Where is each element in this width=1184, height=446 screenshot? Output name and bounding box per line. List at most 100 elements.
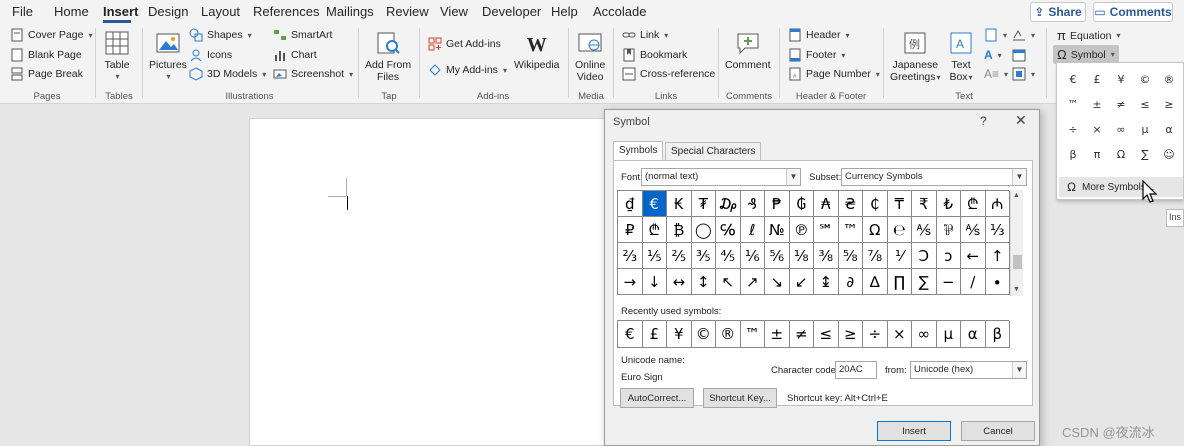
- symbol-cell[interactable]: ⅛: [789, 243, 814, 269]
- symbol-cell[interactable]: ₺: [936, 191, 961, 217]
- japanese-greetings-button[interactable]: 例 Japanese Greetings▾: [890, 30, 941, 84]
- symbol-cell[interactable]: ⅟: [887, 243, 912, 269]
- quick-symbol-cell[interactable]: ∑: [1133, 142, 1157, 167]
- document-page[interactable]: [249, 118, 649, 446]
- symbol-cell[interactable]: Ω: [863, 217, 888, 243]
- footer-button[interactable]: Footer ▾: [788, 48, 845, 62]
- recent-symbol-cell[interactable]: €: [618, 321, 643, 348]
- recent-symbol-cell[interactable]: ¥: [667, 321, 692, 348]
- tab-layout[interactable]: Layout: [201, 4, 240, 19]
- close-button[interactable]: ✕: [1015, 112, 1027, 129]
- scroll-up-icon[interactable]: ▲: [1013, 192, 1020, 199]
- symbol-cell[interactable]: ∕: [961, 269, 986, 295]
- add-from-files-button[interactable]: Add From Files: [365, 30, 411, 83]
- comments-button[interactable]: ▭ Comments: [1093, 2, 1173, 22]
- symbol-cell[interactable]: ₮: [691, 191, 716, 217]
- symbol-cell[interactable]: ₿: [667, 217, 692, 243]
- tab-insert[interactable]: Insert: [103, 4, 138, 19]
- recent-symbol-cell[interactable]: ™: [740, 321, 765, 348]
- symbol-cell[interactable]: ↨: [814, 269, 839, 295]
- recent-symbol-cell[interactable]: ≤: [814, 321, 839, 348]
- symbol-cell[interactable]: ⅙: [740, 243, 765, 269]
- pictures-button[interactable]: Pictures ▾: [149, 30, 187, 83]
- symbol-cell[interactable]: ⅍: [912, 217, 937, 243]
- recent-symbol-cell[interactable]: ®: [716, 321, 741, 348]
- tab-symbols[interactable]: Symbols: [613, 141, 664, 161]
- symbol-cell[interactable]: ↙: [789, 269, 814, 295]
- icons-button[interactable]: Icons: [189, 48, 232, 62]
- recent-symbol-cell[interactable]: β: [985, 321, 1010, 348]
- symbol-cell[interactable]: ₹: [912, 191, 937, 217]
- recent-symbol-cell[interactable]: ≠: [789, 321, 814, 348]
- symbol-cell[interactable]: ↄ: [936, 243, 961, 269]
- symbol-cell[interactable]: ₽: [618, 217, 643, 243]
- date-time-button[interactable]: [1012, 48, 1026, 62]
- symbol-cell[interactable]: ↕: [691, 269, 716, 295]
- symbol-cell[interactable]: ⅜: [814, 243, 839, 269]
- symbol-cell[interactable]: ⅝: [838, 243, 863, 269]
- symbol-cell[interactable]: ∑: [912, 269, 937, 295]
- quick-symbol-cell[interactable]: £: [1085, 67, 1109, 92]
- quick-symbol-cell[interactable]: ÷: [1061, 117, 1085, 142]
- symbol-cell[interactable]: ∆: [863, 269, 888, 295]
- screenshot-button[interactable]: Screenshot ▾: [273, 67, 353, 81]
- symbol-cell[interactable]: ⅍: [961, 217, 986, 243]
- quick-symbol-cell[interactable]: β: [1061, 142, 1085, 167]
- symbol-cell[interactable]: ↑: [985, 243, 1010, 269]
- symbol-cell[interactable]: ⅌: [936, 217, 961, 243]
- symbol-cell[interactable]: ◯: [691, 217, 716, 243]
- recent-symbol-cell[interactable]: ≥: [838, 321, 863, 348]
- quick-symbol-cell[interactable]: π: [1085, 142, 1109, 167]
- quick-symbol-cell[interactable]: ±: [1085, 92, 1109, 117]
- symbol-cell[interactable]: ℗: [789, 217, 814, 243]
- symbol-cell[interactable]: ∏: [887, 269, 912, 295]
- recent-symbol-cell[interactable]: ±: [765, 321, 790, 348]
- my-addins-button[interactable]: My Add-ins ▾: [428, 63, 507, 77]
- smartart-button[interactable]: SmartArt: [273, 28, 332, 42]
- symbol-cell[interactable]: Ↄ: [912, 243, 937, 269]
- quick-symbol-cell[interactable]: ®: [1157, 67, 1181, 92]
- font-select[interactable]: (normal text) ▼: [641, 168, 801, 186]
- symbol-cell[interactable]: ∂: [838, 269, 863, 295]
- symbol-cell[interactable]: ₴: [838, 191, 863, 217]
- symbol-cell[interactable]: ₾: [642, 217, 667, 243]
- symbol-cell[interactable]: ₳: [814, 191, 839, 217]
- symbol-cell[interactable]: ™: [838, 217, 863, 243]
- page-break-button[interactable]: Page Break: [10, 67, 83, 81]
- symbol-cell[interactable]: ₫: [618, 191, 643, 217]
- help-button[interactable]: ?: [980, 114, 987, 128]
- share-button[interactable]: ⇪ Share: [1030, 2, 1086, 22]
- quick-symbol-cell[interactable]: ≠: [1109, 92, 1133, 117]
- from-select[interactable]: Unicode (hex) ▼: [910, 361, 1027, 379]
- symbol-cell[interactable]: ⅔: [618, 243, 643, 269]
- quick-symbol-cell[interactable]: α: [1157, 117, 1181, 142]
- recent-symbol-cell[interactable]: ∞: [912, 321, 937, 348]
- character-code-input[interactable]: 20AC: [835, 361, 877, 379]
- scrollbar-thumb[interactable]: [1013, 255, 1022, 269]
- quick-symbol-cell[interactable]: ∞: [1109, 117, 1133, 142]
- symbol-grid-scrollbar[interactable]: ▲ ▼: [1010, 190, 1023, 296]
- symbol-cell[interactable]: ⅖: [667, 243, 692, 269]
- symbol-cell[interactable]: ℮: [887, 217, 912, 243]
- insert-button[interactable]: Insert: [877, 421, 951, 441]
- cancel-button[interactable]: Cancel: [961, 421, 1035, 441]
- tab-help[interactable]: Help: [551, 4, 578, 19]
- online-video-button[interactable]: Online Video: [575, 30, 605, 83]
- cover-page-button[interactable]: Cover Page ▾: [10, 28, 92, 42]
- symbol-cell[interactable]: №: [765, 217, 790, 243]
- quick-parts-button[interactable]: ▾: [984, 28, 1007, 42]
- symbol-cell[interactable]: ⅗: [691, 243, 716, 269]
- symbol-cell[interactable]: ←: [961, 243, 986, 269]
- symbol-cell[interactable]: ↗: [740, 269, 765, 295]
- get-addins-button[interactable]: Get Add-ins: [428, 37, 501, 51]
- symbol-cell[interactable]: ↘: [765, 269, 790, 295]
- quick-symbol-cell[interactable]: ≤: [1133, 92, 1157, 117]
- symbol-cell[interactable]: ↔: [667, 269, 692, 295]
- tab-review[interactable]: Review: [386, 4, 429, 19]
- bookmark-button[interactable]: Bookmark: [622, 48, 687, 62]
- symbol-cell[interactable]: ₱: [765, 191, 790, 217]
- quick-symbol-cell[interactable]: ™: [1061, 92, 1085, 117]
- cross-reference-button[interactable]: Cross-reference: [622, 67, 715, 81]
- quick-symbol-cell[interactable]: µ: [1133, 117, 1157, 142]
- tab-references[interactable]: References: [253, 4, 319, 19]
